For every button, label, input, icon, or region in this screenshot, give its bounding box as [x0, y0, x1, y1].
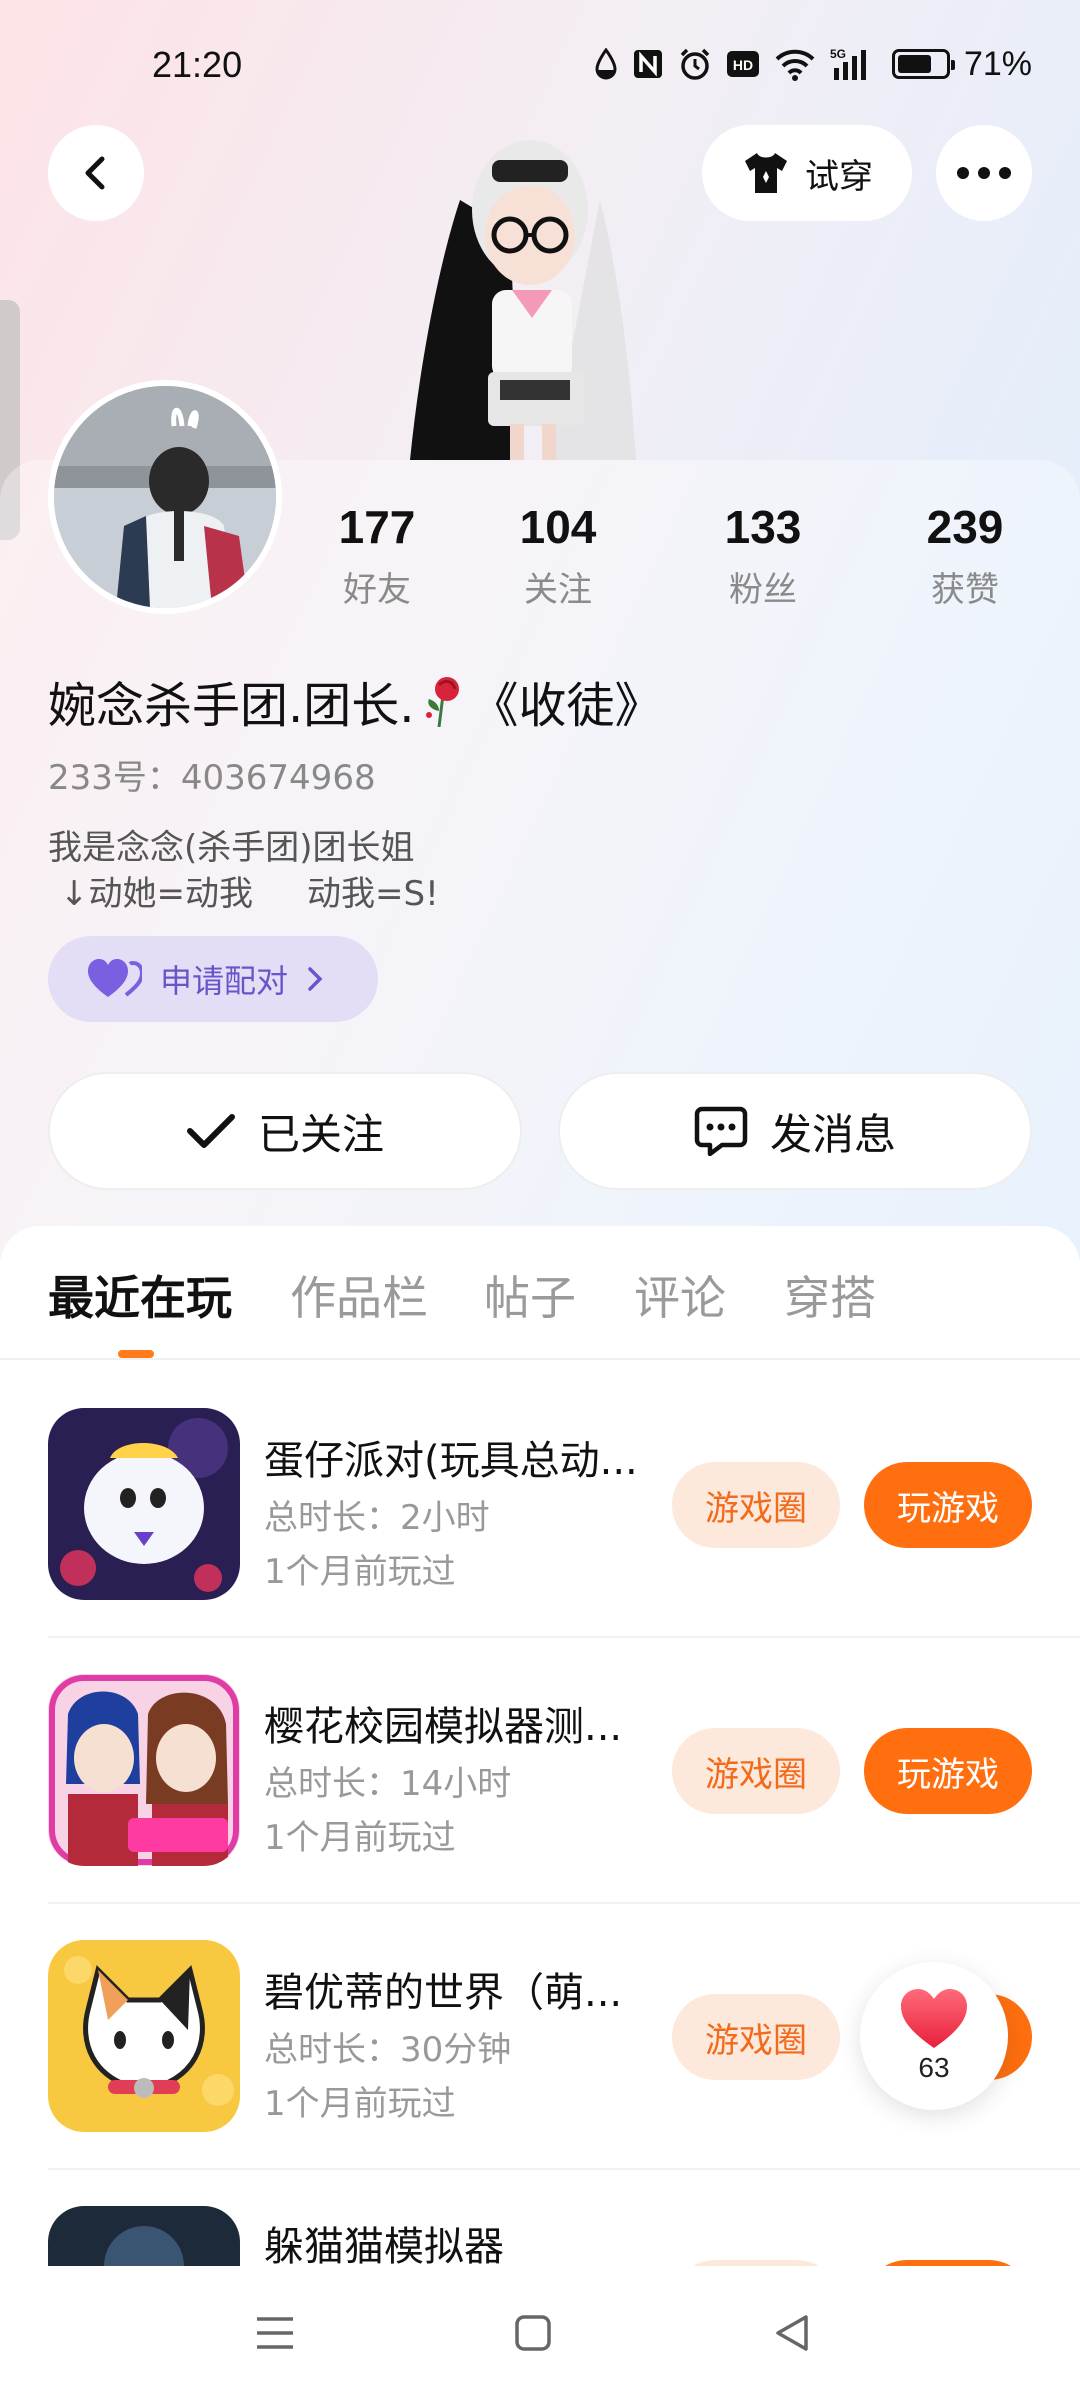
game-icon-sakura-school[interactable] [48, 1674, 240, 1866]
game-title: 躲猫猫模拟器 [264, 2224, 504, 2266]
stat-following-label: 关注 [524, 570, 592, 610]
stat-fans[interactable]: 133 粉丝 [678, 500, 848, 611]
nfc-icon [632, 44, 664, 84]
try-on-label: 试穿 [805, 156, 873, 197]
game-last-played: 1个月前玩过 [264, 1552, 456, 1592]
battery-icon [891, 44, 955, 84]
active-tab-indicator [118, 1350, 154, 1358]
game-duration: 总时长：30分钟 [264, 2030, 512, 2070]
game-circle-button[interactable]: 游戏圈 [672, 1462, 840, 1548]
game-duration: 总时长：14小时 [264, 1764, 512, 1804]
tabs-divider [0, 1358, 1080, 1360]
stat-fans-count: 133 [724, 501, 802, 553]
nav-menu-button[interactable] [248, 2306, 302, 2360]
play-game-button[interactable]: 玩游戏 [864, 1462, 1032, 1548]
list-item[interactable]: 蛋仔派对(玩具总动... 总时长：2小时 1个月前玩过 游戏圈 玩游戏 [0, 1408, 1080, 1674]
wifi-icon [774, 44, 816, 84]
profile-bio-line-2: ↓动她=动我 动我=S! [60, 874, 439, 914]
game-icon-biyoudi-world[interactable] [48, 1940, 240, 2132]
profile-uid[interactable]: 233号：403674968 [48, 750, 376, 799]
game-title: 樱花校园模拟器测... [264, 1704, 623, 1750]
stat-following[interactable]: 104 关注 [473, 500, 643, 611]
profile-stats: 177 好友 104 关注 133 粉丝 239 获赞 [0, 500, 1080, 620]
try-on-button[interactable]: 试穿 [702, 125, 912, 221]
svg-text:5G: 5G [830, 47, 846, 61]
tab-outfits[interactable]: 穿搭 [784, 1262, 876, 1328]
play-game-button[interactable]: 玩游戏 [864, 1728, 1032, 1814]
stat-likes-count: 239 [926, 501, 1004, 553]
stat-fans-label: 粉丝 [729, 570, 797, 610]
chevron-right-icon [308, 967, 323, 991]
game-circle-button[interactable]: 游戏圈 [672, 1728, 840, 1814]
list-item[interactable]: 躲猫猫模拟器 [0, 2206, 1080, 2266]
request-pair-label: 申请配对 [160, 962, 289, 1000]
row-divider [48, 1902, 1080, 1904]
menu-icon [257, 2317, 293, 2349]
game-circle-button[interactable]: 游戏圈 [672, 1994, 840, 2080]
stat-friends[interactable]: 177 好友 [292, 500, 462, 611]
game-icon-eggy-party[interactable] [48, 1408, 240, 1600]
checkmark-icon [186, 1114, 235, 1148]
game-title: 碧优蒂的世界（萌... [264, 1970, 623, 2016]
shirt-icon [745, 153, 787, 193]
stat-likes-label: 获赞 [931, 570, 999, 610]
send-message-label: 发消息 [769, 1109, 896, 1159]
status-bar: 21:20 HD 5G 71% [0, 0, 1080, 135]
chevron-left-icon [85, 156, 105, 190]
home-square-icon [515, 2315, 551, 2351]
request-pair-button[interactable]: 申请配对 [48, 936, 378, 1022]
stat-friends-label: 好友 [343, 570, 411, 610]
game-title: 蛋仔派对(玩具总动... [264, 1438, 638, 1484]
game-duration: 总时长：2小时 [264, 1498, 490, 1538]
profile-name: 婉念杀手团.团长. 《收徒》 [48, 666, 663, 736]
followed-button[interactable]: 已关注 [48, 1072, 522, 1190]
back-button[interactable] [48, 125, 144, 221]
list-item[interactable]: 樱花校园模拟器测... 总时长：14小时 1个月前玩过 游戏圈 玩游戏 [0, 1674, 1080, 1940]
tab-posts[interactable]: 帖子 [484, 1262, 576, 1328]
water-drop-icon [594, 44, 618, 84]
hd-icon: HD [726, 44, 760, 84]
more-dots-icon [957, 167, 1011, 179]
game-icon-hide-and-seek[interactable] [48, 2206, 240, 2266]
profile-bio-line-1: 我是念念(杀手团)团长姐 [48, 828, 415, 868]
status-time: 21:20 [152, 44, 243, 85]
battery-percent: 71% [963, 44, 1032, 83]
alarm-icon [678, 44, 712, 84]
avatar-character-illustration [400, 140, 660, 460]
more-options-button[interactable] [936, 125, 1032, 221]
double-heart-icon [88, 959, 142, 997]
profile-name-text: 婉念杀手团.团长. [48, 678, 415, 734]
profile-name-suffix: 《收徒》 [470, 678, 663, 734]
floating-like-button[interactable]: 63 [860, 1962, 1008, 2110]
stat-likes[interactable]: 239 获赞 [880, 500, 1050, 611]
heart-icon [901, 1989, 967, 2048]
rose-icon [425, 677, 459, 727]
row-divider [48, 1636, 1080, 1638]
stat-following-count: 104 [519, 501, 597, 553]
status-icons: HD 5G 71% [594, 44, 1032, 84]
profile-tabs: 最近在玩 作品栏 帖子 评论 穿搭 [0, 1262, 1080, 1362]
chat-bubble-icon [694, 1106, 748, 1156]
tab-recently-played[interactable]: 最近在玩 [48, 1262, 232, 1328]
tab-works[interactable]: 作品栏 [290, 1262, 428, 1328]
row-divider [48, 2168, 1080, 2170]
stat-friends-count: 177 [338, 501, 416, 553]
game-last-played: 1个月前玩过 [264, 1818, 456, 1858]
like-count: 63 [918, 2052, 950, 2083]
nav-back-button[interactable] [764, 2306, 818, 2360]
back-triangle-icon [776, 2315, 808, 2351]
followed-label: 已关注 [257, 1109, 384, 1159]
nav-home-button[interactable] [506, 2306, 560, 2360]
send-message-button[interactable]: 发消息 [558, 1072, 1032, 1190]
game-last-played: 1个月前玩过 [264, 2084, 456, 2124]
tab-comments[interactable]: 评论 [634, 1262, 726, 1328]
5g-signal-icon: 5G [830, 44, 878, 84]
system-navigation-bar [0, 2266, 1080, 2400]
svg-text:HD: HD [733, 57, 753, 73]
